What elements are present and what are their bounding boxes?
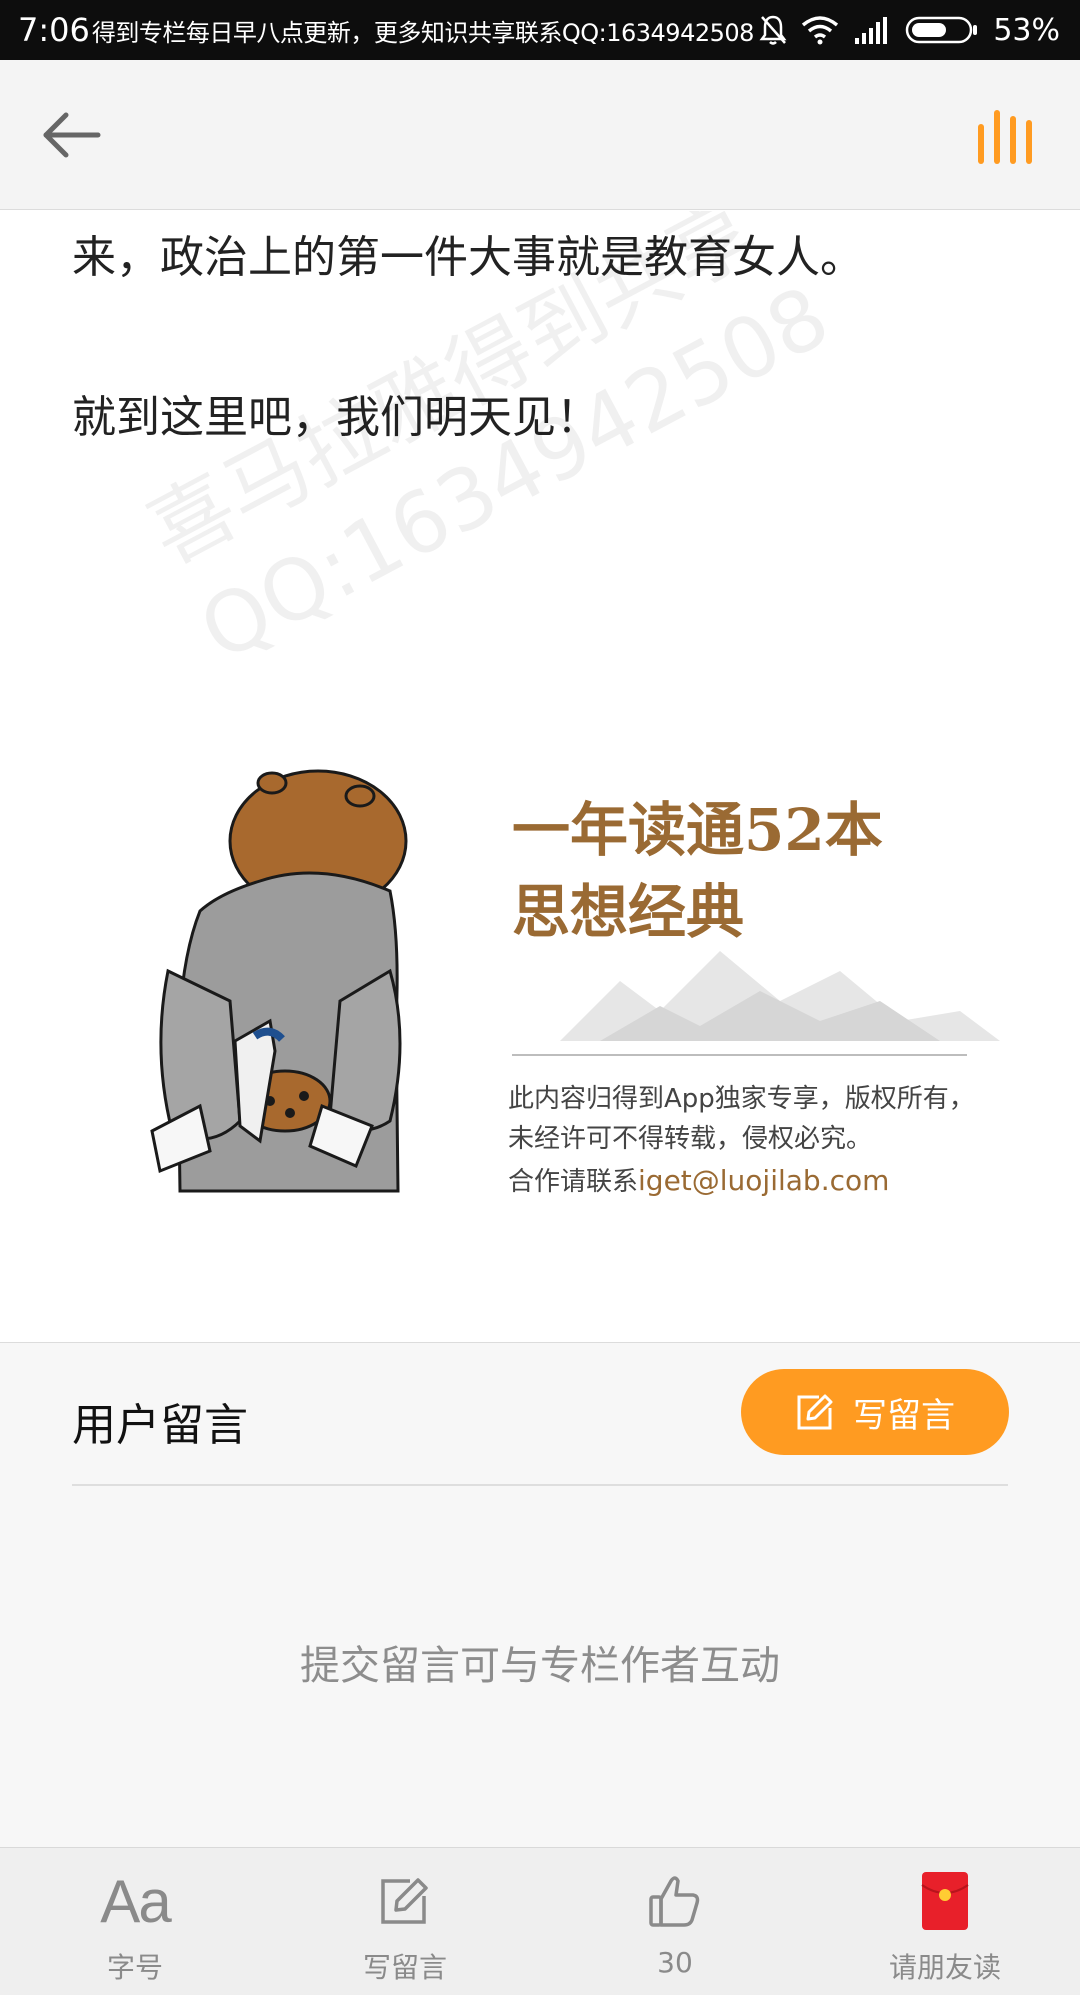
promo-divider	[512, 1054, 967, 1056]
write-comment-button[interactable]: 写留言	[741, 1369, 1009, 1455]
status-notice: 得到专栏每日早八点更新，更多知识共享联系QQ:1634942508	[91, 18, 755, 47]
status-bar: 7:06 得到专栏每日早八点更新，更多知识共享联系QQ:1634942508 5…	[0, 0, 1080, 60]
font-size-icon: Aa	[100, 1867, 171, 1935]
arrow-left-icon	[43, 112, 101, 158]
article-paragraph: 来，政治上的第一件大事就是教育女人。	[72, 232, 864, 283]
write-comment-label: 写留言	[853, 1395, 955, 1436]
share-with-friend-label: 请朋友读	[888, 1951, 1001, 1984]
contact-label: 合作请联系	[508, 1167, 639, 1197]
signal-icon	[855, 17, 888, 44]
top-nav-bar	[0, 60, 1080, 210]
toolbar-write-comment-button[interactable]: 写留言	[295, 1848, 515, 1995]
battery-icon	[906, 16, 978, 44]
battery-percent: 53%	[993, 12, 1060, 48]
comments-section: 用户留言 写留言 提交留言可与专栏作者互动	[0, 1342, 1080, 1847]
font-size-button[interactable]: Aa 字号	[25, 1848, 245, 1995]
like-count: 30	[657, 1946, 693, 1979]
write-comment-label: 写留言	[362, 1951, 447, 1984]
status-time: 7:06	[18, 11, 90, 49]
font-size-label: 字号	[106, 1951, 163, 1984]
edit-icon	[797, 1394, 833, 1430]
bottom-toolbar: Aa 字号 写留言 30 请朋友读	[0, 1847, 1080, 1995]
comments-hint: 提交留言可与专栏作者互动	[300, 1643, 780, 1689]
thumbs-up-icon	[649, 1876, 700, 1927]
promo-title-line: 一年读通52本	[512, 796, 883, 864]
promo-title-line: 思想经典	[512, 878, 745, 946]
like-button[interactable]: 30	[565, 1848, 785, 1995]
watermark-line: QQ:1634942508	[184, 267, 845, 680]
back-button[interactable]	[38, 105, 108, 165]
audio-button[interactable]	[976, 108, 1040, 164]
contact-email: iget@luojilab.com	[638, 1164, 890, 1197]
silent-bell-icon	[759, 15, 787, 45]
edit-icon	[381, 1878, 428, 1924]
article-paragraph: 就到这里吧，我们明天见！	[72, 392, 600, 443]
red-envelope-icon	[921, 1872, 969, 1930]
wifi-icon	[802, 16, 839, 45]
comments-divider	[72, 1484, 1008, 1486]
comments-title: 用户留言	[72, 1400, 248, 1451]
copyright-notice: 此内容归得到App独家专享，版权所有，未经许可不得转载，侵权必究。	[508, 1084, 975, 1154]
share-with-friend-button[interactable]: 请朋友读	[835, 1848, 1055, 1995]
article-content: 来，政治上的第一件大事就是教育女人。 就到这里吧，我们明天见！ 喜马拉雅得到共享…	[0, 211, 1080, 1341]
promo-title: 一年读通52本 思想经典	[512, 789, 883, 953]
audio-bars-icon	[978, 110, 1032, 164]
contact-line: 合作请联系iget@luojilab.com	[508, 1161, 889, 1198]
status-icons: 53%	[759, 0, 1060, 60]
